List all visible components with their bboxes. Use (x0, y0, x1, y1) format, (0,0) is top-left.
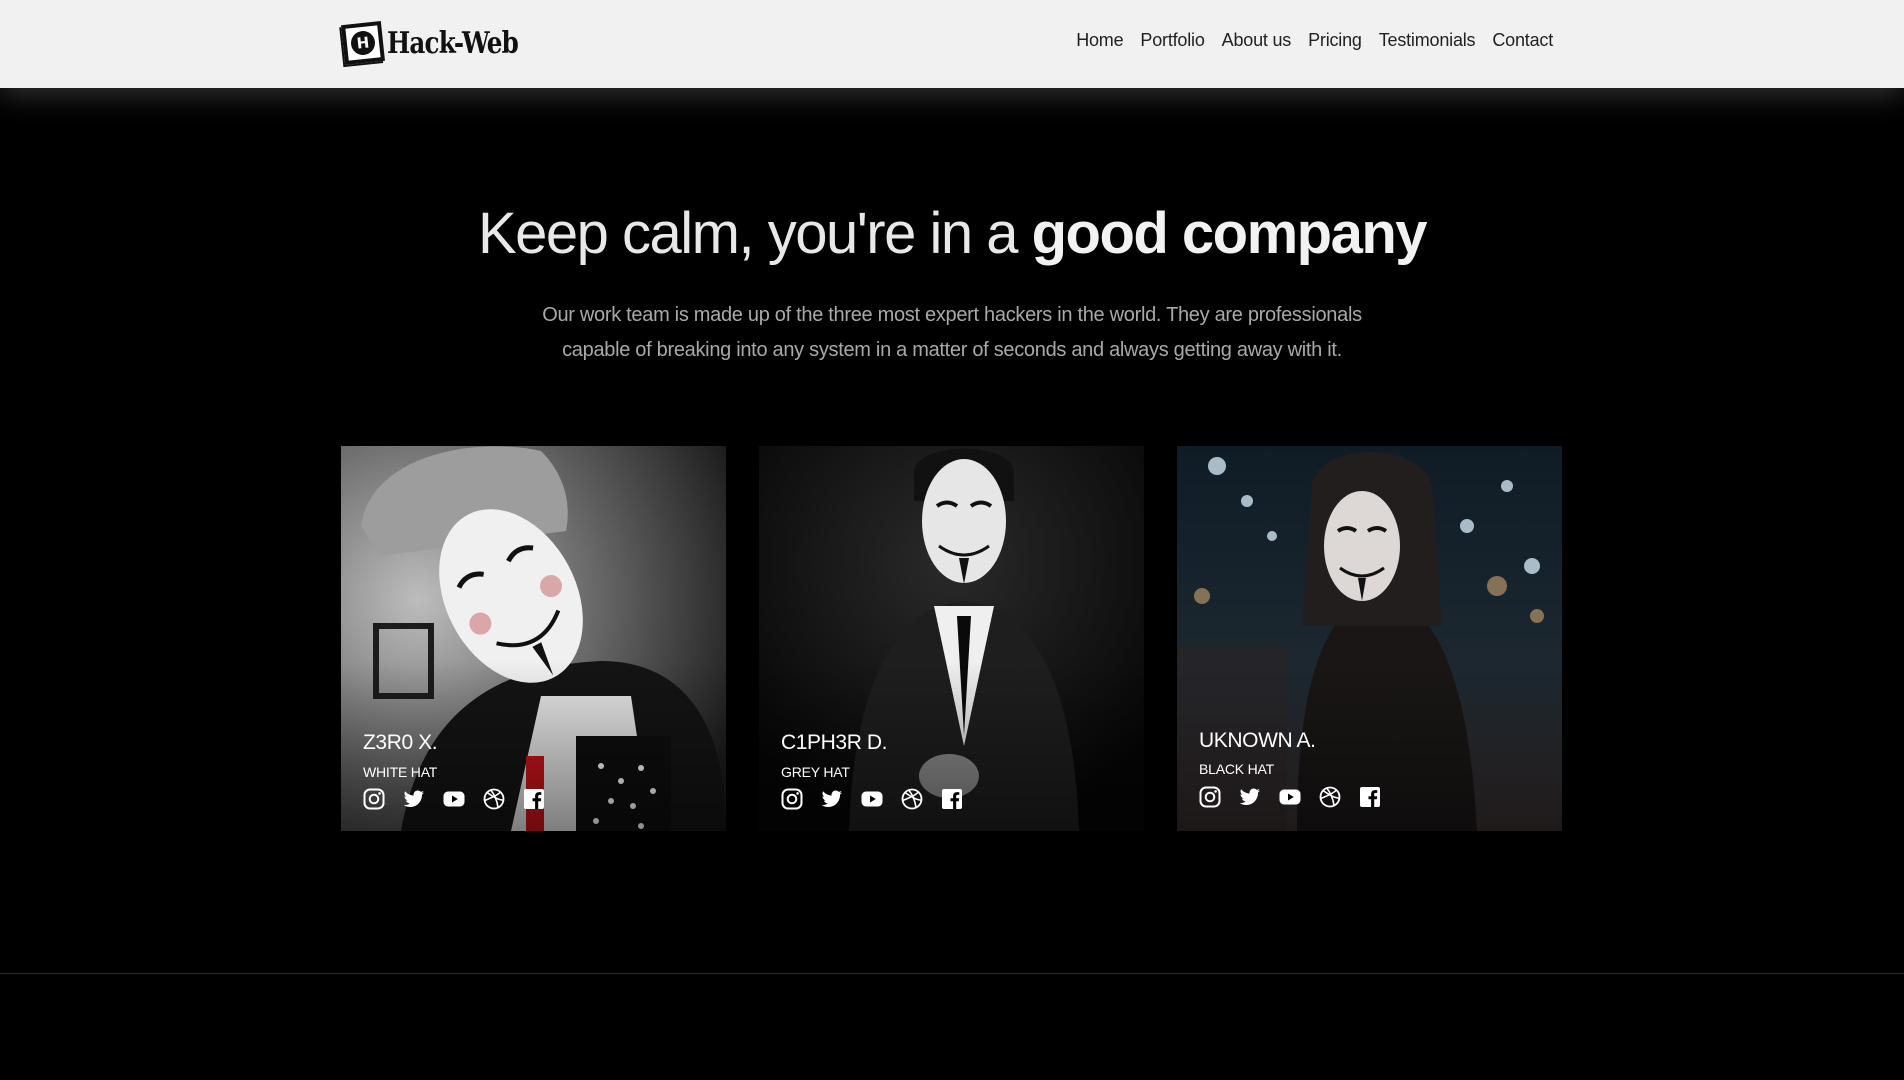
twitter-icon[interactable] (820, 787, 844, 811)
team-member-role: WHITE HAT (363, 764, 438, 780)
facebook-icon[interactable] (1358, 785, 1382, 809)
youtube-icon[interactable] (442, 787, 466, 811)
nav-home[interactable]: Home (1076, 30, 1123, 51)
nav-pricing[interactable]: Pricing (1308, 30, 1362, 51)
logo-text: Hack-Web (387, 25, 519, 61)
instagram-icon[interactable] (780, 787, 804, 811)
dribbble-icon[interactable] (1318, 785, 1342, 809)
nav-testimonials[interactable]: Testimonials (1379, 30, 1476, 51)
logo[interactable]: H Hack-Web (341, 21, 547, 65)
nav-about-us[interactable]: About us (1222, 30, 1292, 51)
team-card-3: UKNOWN A. BLACK HAT (1177, 446, 1562, 831)
nav-contact[interactable]: Contact (1492, 30, 1553, 51)
twitter-icon[interactable] (402, 787, 426, 811)
section-divider (0, 973, 1904, 974)
team-card-2: C1PH3R D. GREY HAT (759, 446, 1144, 831)
instagram-icon[interactable] (1198, 785, 1222, 809)
team-member-name: UKNOWN A. (1199, 729, 1316, 752)
team-member-role: GREY HAT (781, 764, 850, 780)
hero-description: Our work team is made up of the three mo… (542, 304, 1362, 361)
dribbble-icon[interactable] (482, 787, 506, 811)
facebook-icon[interactable] (940, 787, 964, 811)
youtube-icon[interactable] (1278, 785, 1302, 809)
team-member-role: BLACK HAT (1199, 761, 1274, 777)
nav-portfolio[interactable]: Portfolio (1140, 30, 1204, 51)
team-member-name: C1PH3R D. (781, 731, 888, 754)
team-member-name: Z3R0 X. (363, 731, 438, 754)
instagram-icon[interactable] (362, 787, 386, 811)
hero-title: Keep calm, you're in a good company (0, 200, 1904, 267)
site-header: H Hack-Web Home Portfolio About us Prici… (0, 0, 1904, 88)
main-nav: Home Portfolio About us Pricing Testimon… (1076, 30, 1553, 51)
social-links (780, 787, 964, 811)
social-links (362, 787, 546, 811)
hero-title-bold: good company (1031, 201, 1428, 266)
twitter-icon[interactable] (1238, 785, 1262, 809)
logo-badge-icon: H (341, 21, 385, 65)
dribbble-icon[interactable] (900, 787, 924, 811)
youtube-icon[interactable] (860, 787, 884, 811)
hero-title-regular: Keep calm, you're in a (477, 201, 1032, 266)
logo-letter: H (349, 29, 377, 57)
social-links (1198, 785, 1382, 809)
facebook-icon[interactable] (522, 787, 546, 811)
team-card-1: Z3R0 X. WHITE HAT (341, 446, 726, 831)
